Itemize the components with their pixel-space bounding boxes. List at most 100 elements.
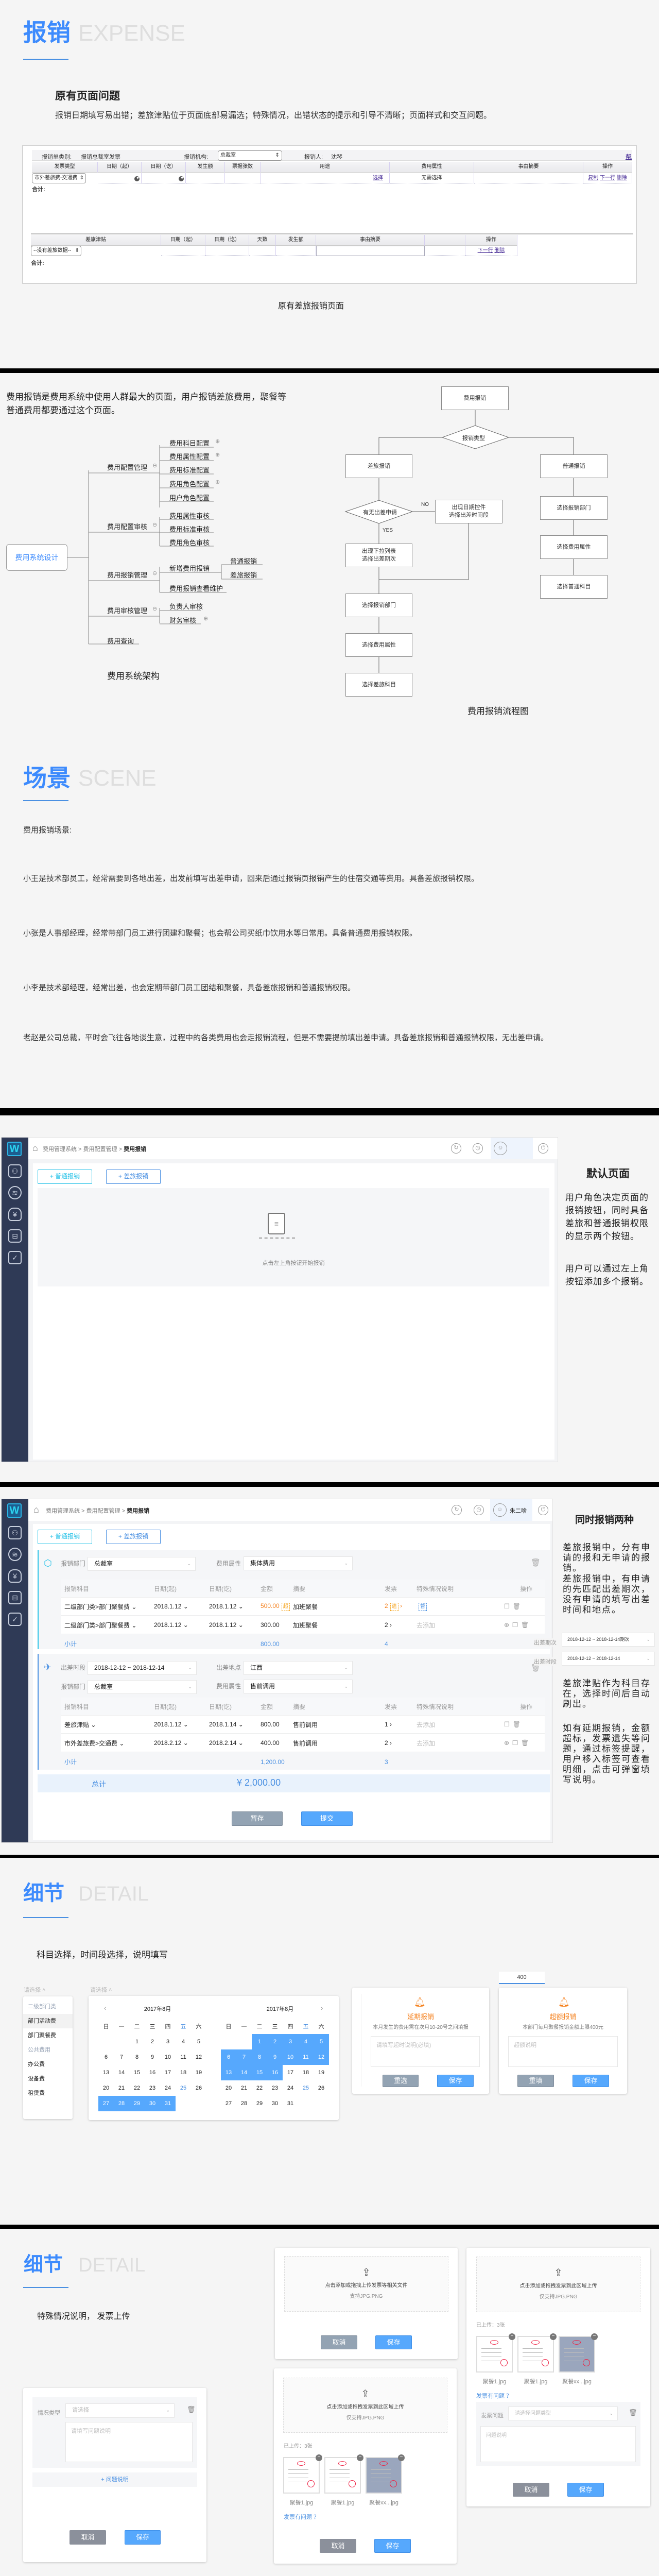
calendar-day[interactable]: 16 — [267, 2065, 283, 2080]
lost-invoice-tag[interactable]: 遗 — [390, 1602, 398, 1611]
subject-select[interactable]: 二级部门类>部门聚餐费 ⌄ — [64, 1602, 154, 1611]
copy-icon[interactable]: ❐ — [512, 1621, 521, 1629]
clock-icon[interactable]: ◷ — [474, 1505, 484, 1515]
calendar-day[interactable]: 23 — [267, 2080, 283, 2096]
calendar-day[interactable]: 25 — [176, 2080, 191, 2096]
users-icon[interactable]: ⚇ — [8, 1526, 22, 1539]
cancel-button[interactable]: 取消 — [70, 2530, 106, 2545]
calendar-day[interactable]: 28 — [236, 2096, 252, 2111]
invoice-problem-link[interactable]: 发票有问题 ？ — [476, 2392, 512, 2400]
calendar-day[interactable]: 9 — [145, 2049, 160, 2065]
dept-select[interactable]: 总裁室 ⌄ — [88, 1680, 197, 1694]
calendar-day[interactable]: 3 — [160, 2034, 176, 2049]
add-row-icon[interactable]: ⊕ — [504, 1621, 512, 1629]
calendar-day[interactable]: 6 — [98, 2049, 114, 2065]
supervise-tag[interactable]: 督 — [419, 1602, 427, 1611]
date-from-select[interactable]: 2018.1.12 ⌄ — [154, 1721, 209, 1728]
remove-file-icon[interactable]: − — [316, 2454, 322, 2461]
app-logo[interactable]: W — [7, 1503, 22, 1518]
calendar-day[interactable]: 25 — [298, 2080, 314, 2096]
user-avatar-icon[interactable]: ☺ — [494, 1142, 507, 1155]
date-to-select[interactable]: 2018.1.14 ⌄ — [209, 1721, 261, 1728]
save-button[interactable]: 保存 — [567, 2483, 604, 2497]
calendar-day[interactable]: 23 — [145, 2080, 160, 2096]
save-draft-button[interactable]: 暂存 — [232, 1811, 283, 1826]
save-button[interactable]: 保存 — [374, 2539, 411, 2553]
subject-option[interactable]: 租赁费 — [23, 2086, 73, 2100]
period-select[interactable]: 2018-12-12 ~ 2018-12-14 ⌄ — [88, 1661, 197, 1675]
calendar-day[interactable]: 14 — [236, 2065, 252, 2080]
clock-icon[interactable]: ◷ — [473, 1143, 483, 1154]
calendar-day[interactable]: 11 — [298, 2049, 314, 2065]
calendar-day[interactable]: 5 — [314, 2034, 329, 2049]
calendar-day[interactable]: 30 — [145, 2096, 160, 2111]
breadcrumb-item[interactable]: 费用配置管理 — [83, 1146, 117, 1153]
app-logo[interactable]: W — [7, 1142, 22, 1156]
calendar-day[interactable]: 20 — [98, 2080, 114, 2096]
date-to-select[interactable]: 2018.1.12 ⌄ — [209, 1621, 261, 1629]
date-select-trigger[interactable]: 请选择 ˄ — [90, 1986, 112, 1994]
calendar-day[interactable]: 9 — [267, 2049, 283, 2065]
copy-icon[interactable]: ❐ — [504, 1721, 513, 1728]
calendar-day[interactable]: 20 — [221, 2080, 236, 2096]
calendar-day[interactable]: 28 — [114, 2096, 129, 2111]
calendar-day[interactable]: 11 — [176, 2049, 191, 2065]
calendar-day[interactable]: 4 — [298, 2034, 314, 2049]
subject-select[interactable]: 二级部门类>部门聚餐费 ⌄ — [64, 1621, 154, 1630]
calendar-day[interactable]: 16 — [145, 2065, 160, 2080]
collapse-icon[interactable]: ⊖ — [152, 605, 157, 612]
invoice-cell[interactable]: 2遗 › — [385, 1602, 417, 1611]
problem-textarea[interactable]: 请填写问题说明 — [65, 2422, 193, 2462]
calendar-day[interactable]: 1 — [252, 2034, 267, 2049]
calendar-day[interactable]: 24 — [160, 2080, 176, 2096]
refresh-icon[interactable]: ↻ — [451, 1143, 461, 1154]
subject-select[interactable]: 差旅津贴 ⌄ — [64, 1720, 154, 1729]
subject-select[interactable]: 市外差旅费>交通费 ⌄ — [64, 1739, 154, 1748]
date-to-select[interactable]: 2018.1.12 ⌄ — [209, 1603, 261, 1610]
calendar-day[interactable]: 1 — [129, 2034, 145, 2049]
dept-select[interactable]: 总裁室 ⌄ — [88, 1557, 196, 1571]
calendar-day[interactable]: 10 — [283, 2049, 298, 2065]
remove-file-icon[interactable]: − — [509, 2333, 515, 2340]
remove-file-icon[interactable]: − — [550, 2333, 557, 2340]
add-normal-expense-button[interactable]: + 普通报销 — [38, 1170, 92, 1184]
calendar-day[interactable]: 21 — [114, 2080, 129, 2096]
cancel-button[interactable]: 取消 — [320, 2539, 356, 2553]
expand-icon[interactable]: ⊕ — [215, 479, 220, 485]
subject-option[interactable]: 设备费 — [23, 2072, 73, 2086]
trash-icon[interactable]: 🗑 — [187, 2405, 196, 2414]
date-from-select[interactable]: 2018.1.12 ⌄ — [154, 1603, 209, 1610]
calendar-day[interactable]: 7 — [114, 2049, 129, 2065]
expand-icon[interactable]: ⊕ — [215, 451, 220, 458]
money-bag-icon[interactable]: ¥ — [8, 1208, 22, 1221]
save-button[interactable]: 保存 — [125, 2530, 161, 2545]
calendar-day[interactable]: 29 — [129, 2096, 145, 2111]
add-special-link[interactable]: 去添加 — [417, 1740, 435, 1747]
user-menu[interactable]: ☺ 朱二啥 — [490, 1499, 532, 1521]
date-to-select[interactable]: 2018.2.14 ⌄ — [209, 1739, 261, 1747]
invoice-problem-link[interactable]: 发票有问题 ？ — [284, 2513, 319, 2521]
calendar-check-icon[interactable]: ✓ — [8, 1251, 22, 1264]
coins-icon[interactable]: ≋ — [8, 1548, 22, 1561]
calendar-day[interactable]: 26 — [314, 2080, 329, 2096]
calendar-day[interactable]: 15 — [252, 2065, 267, 2080]
invoice-thumbnail[interactable]: − — [366, 2454, 405, 2494]
collapse-icon[interactable]: ⊖ — [152, 521, 157, 528]
submit-button[interactable]: 提交 — [301, 1811, 353, 1826]
refresh-icon[interactable]: ↻ — [452, 1505, 462, 1515]
over-save-button[interactable]: 保存 — [573, 2075, 609, 2087]
date-from-select[interactable]: 2018.2.12 ⌄ — [154, 1739, 209, 1747]
remove-file-icon[interactable]: − — [591, 2333, 598, 2340]
subject-option[interactable]: 办公费 — [23, 2057, 73, 2072]
expand-icon[interactable]: ⊕ — [215, 438, 220, 445]
subject-select-trigger[interactable]: 请选择 ˄ — [24, 1986, 45, 1994]
calendar-day[interactable]: 2 — [145, 2034, 160, 2049]
add-special-link[interactable]: 去添加 — [417, 1622, 435, 1629]
calendar-day[interactable]: 7 — [236, 2049, 252, 2065]
subject-option[interactable]: 部门聚餐费 — [23, 2028, 73, 2043]
coins-icon[interactable]: ≋ — [8, 1186, 22, 1199]
invoice-cell[interactable]: 1 › — [385, 1721, 417, 1728]
special-cell[interactable]: 去添加 — [417, 1739, 504, 1748]
expand-icon[interactable]: ⊕ — [203, 615, 208, 622]
trash-icon[interactable]: 🗑 — [521, 1621, 532, 1629]
